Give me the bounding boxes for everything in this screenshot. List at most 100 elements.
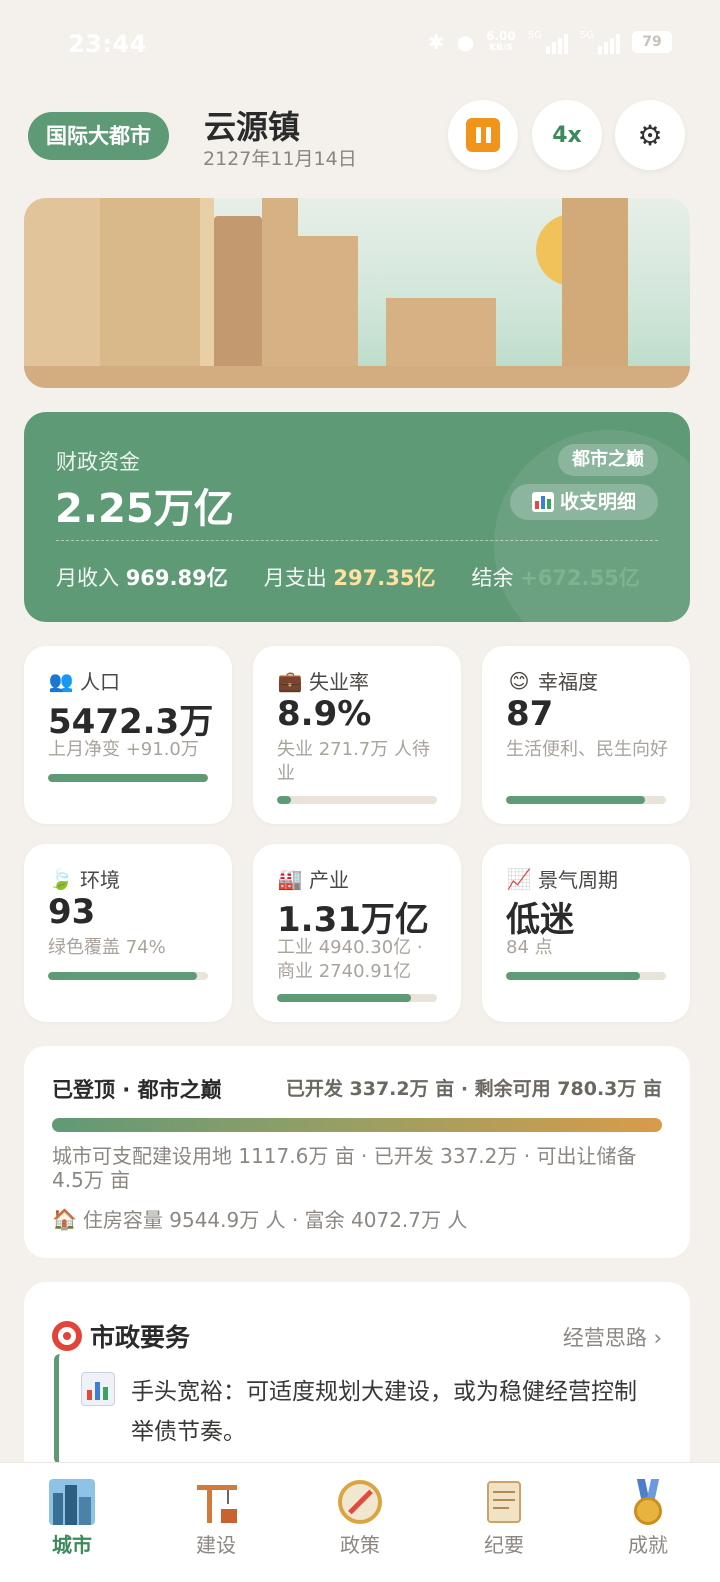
stat-label: 环境 (80, 868, 120, 892)
stat-progress-bar (506, 972, 666, 980)
city-rank-tag: 都市之巅 (558, 444, 658, 476)
housing-info: 🏠 住房容量 9544.9万 人 · 富余 4072.7万 人 (52, 1204, 467, 1233)
tab-policy[interactable]: 政策 (288, 1463, 432, 1582)
gear-icon: ⚙ (637, 118, 663, 152)
target-icon (52, 1321, 82, 1351)
tab-city[interactable]: 城市 (0, 1463, 144, 1582)
finance-label: 财政资金 (56, 450, 140, 474)
crane-icon (193, 1479, 239, 1525)
leaf-icon: 🍃 (48, 866, 74, 891)
stat-value: 5472.3万 (48, 702, 214, 742)
stat-card-happiness[interactable]: 😊 幸福度 87 生活便利、民生向好 (482, 646, 690, 824)
tab-label: 建设 (196, 1533, 236, 1557)
land-summary: 已开发 337.2万 亩 · 剩余可用 780.3万 亩 (285, 1078, 662, 1100)
game-date: 2127年11月14日 (203, 148, 357, 170)
town-name: 云源镇 (204, 108, 301, 146)
status-bar: 23:44 ✱ ● 6.00 KB/S 5G 5G 79 (0, 0, 720, 92)
finance-detail-button[interactable]: 收支明细 (509, 484, 658, 520)
battery-icon: 79 (632, 31, 672, 53)
income-value: 969.89亿 (125, 566, 228, 590)
compass-icon (337, 1479, 383, 1525)
pause-button[interactable] (448, 100, 518, 170)
stat-label: 产业 (309, 868, 349, 892)
stat-label: 幸福度 (538, 670, 598, 694)
balance-label: 结余 (471, 566, 514, 590)
expense-item: 月支出 297.35亿 (264, 562, 436, 592)
medal-icon (625, 1479, 671, 1525)
stat-value: 8.9% (277, 694, 372, 734)
stat-sub: 84 点 (506, 937, 553, 958)
stat-sub: 绿色覆盖 74% (48, 937, 166, 958)
bar-chart-icon (531, 492, 554, 512)
affairs-title: 市政要务 (52, 1318, 190, 1354)
stat-value: 87 (506, 694, 554, 734)
stat-value: 93 (48, 892, 96, 932)
stat-progress-bar (506, 796, 666, 804)
balance-item: 结余 +672.55亿 (471, 562, 639, 592)
app-screen: 23:44 ✱ ● 6.00 KB/S 5G 5G 79 国际大都市 云源镇 2… (0, 0, 720, 1582)
stat-card-business-cycle[interactable]: 📈 景气周期 低迷 84 点 (482, 844, 690, 1022)
income-label: 月收入 (56, 566, 119, 590)
signal-icon: 5G (528, 30, 568, 54)
stat-card-industry[interactable]: 🏭 产业 1.31万亿 工业 4940.30亿 · 商业 2740.91亿 (253, 844, 461, 1022)
status-time: 23:44 (68, 30, 147, 58)
network-speed-unit: KB/S (489, 43, 513, 53)
scroll-icon (481, 1479, 527, 1525)
land-title: 已登顶 · 都市之巅 (52, 1078, 222, 1102)
stat-card-unemployment[interactable]: 💼 失业率 8.9% 失业 271.7万 人待业 (253, 646, 461, 824)
finance-summary: 月收入 969.89亿 月支出 297.35亿 结余 +672.55亿 (56, 562, 640, 592)
strategy-link[interactable]: 经营思路 › (563, 1322, 662, 1352)
tab-label: 政策 (340, 1533, 380, 1557)
trend-chart-icon: 📈 (506, 866, 532, 891)
tab-build[interactable]: 建设 (144, 1463, 288, 1582)
bluetooth-icon: ✱ (427, 30, 445, 54)
stat-card-environment[interactable]: 🍃 环境 93 绿色覆盖 74% (24, 844, 232, 1022)
stat-label: 景气周期 (538, 868, 618, 892)
housing-text: 住房容量 9544.9万 人 · 富余 4072.7万 人 (82, 1208, 468, 1232)
stat-label: 人口 (80, 670, 120, 694)
stat-progress-bar (48, 972, 208, 980)
location-icon: ● (456, 30, 475, 54)
divider (56, 540, 658, 541)
smile-icon: 😊 (508, 668, 530, 693)
house-icon: 🏠 (52, 1206, 77, 1231)
stat-sub: 生活便利、民生向好 (506, 739, 668, 760)
city-icon (49, 1479, 95, 1525)
tab-achievements[interactable]: 成就 (576, 1463, 720, 1582)
tab-label: 纪要 (484, 1533, 524, 1557)
speed-label: 4x (552, 122, 582, 148)
stat-sub: 工业 4940.30亿 · 商业 2740.91亿 (277, 937, 423, 982)
stat-progress-bar (277, 994, 437, 1002)
affairs-item[interactable]: 手头宽裕：可适度规划大建设，或为稳健经营控制举债节奏。 (54, 1354, 664, 1464)
finance-card: 财政资金 2.25万亿 都市之巅 收支明细 月收入 969.89亿 月支出 29… (24, 412, 690, 622)
expense-value: 297.35亿 (333, 566, 436, 590)
stat-value: 1.31万亿 (277, 900, 429, 940)
signal-label-2: 5G (579, 30, 594, 41)
signal-icon-2: 5G (580, 30, 620, 54)
signal-label: 5G (527, 30, 542, 41)
header: 国际大都市 云源镇 2127年11月14日 4x ⚙ (0, 92, 720, 192)
expense-label: 月支出 (263, 566, 327, 590)
bottom-tab-bar: 城市 建设 政策 纪要 成就 (0, 1462, 720, 1582)
tab-chronicle[interactable]: 纪要 (432, 1463, 576, 1582)
speed-button[interactable]: 4x (532, 100, 602, 170)
settings-button[interactable]: ⚙ (615, 100, 685, 170)
stat-card-population[interactable]: 👥 人口 5472.3万 上月净变 +91.0万 (24, 646, 232, 824)
land-description: 城市可支配建设用地 1117.6万 亩 · 已开发 337.2万 · 可出让储备… (52, 1144, 637, 1192)
land-progress-bar (52, 1118, 662, 1132)
tab-label: 城市 (52, 1533, 92, 1557)
stat-sub: 上月净变 +91.0万 (48, 739, 199, 760)
city-tier-badge: 国际大都市 (28, 112, 169, 160)
people-icon: 👥 (48, 668, 74, 693)
land-card[interactable]: 已登顶 · 都市之巅 已开发 337.2万 亩 · 剩余可用 780.3万 亩 … (24, 1046, 690, 1258)
income-item: 月收入 969.89亿 (56, 562, 228, 592)
balance-value: +672.55亿 (520, 566, 640, 590)
stat-value: 低迷 (506, 900, 574, 940)
stat-label: 失业率 (309, 670, 369, 694)
city-skyline-banner (24, 198, 690, 388)
stat-progress-bar (48, 774, 208, 782)
network-speed-value: 6.00 (486, 29, 516, 43)
status-icons: ✱ ● 6.00 KB/S 5G 5G 79 (428, 30, 672, 54)
affairs-item-text: 手头宽裕：可适度规划大建设，或为稳健经营控制举债节奏。 (131, 1379, 637, 1445)
factory-icon: 🏭 (277, 866, 303, 891)
